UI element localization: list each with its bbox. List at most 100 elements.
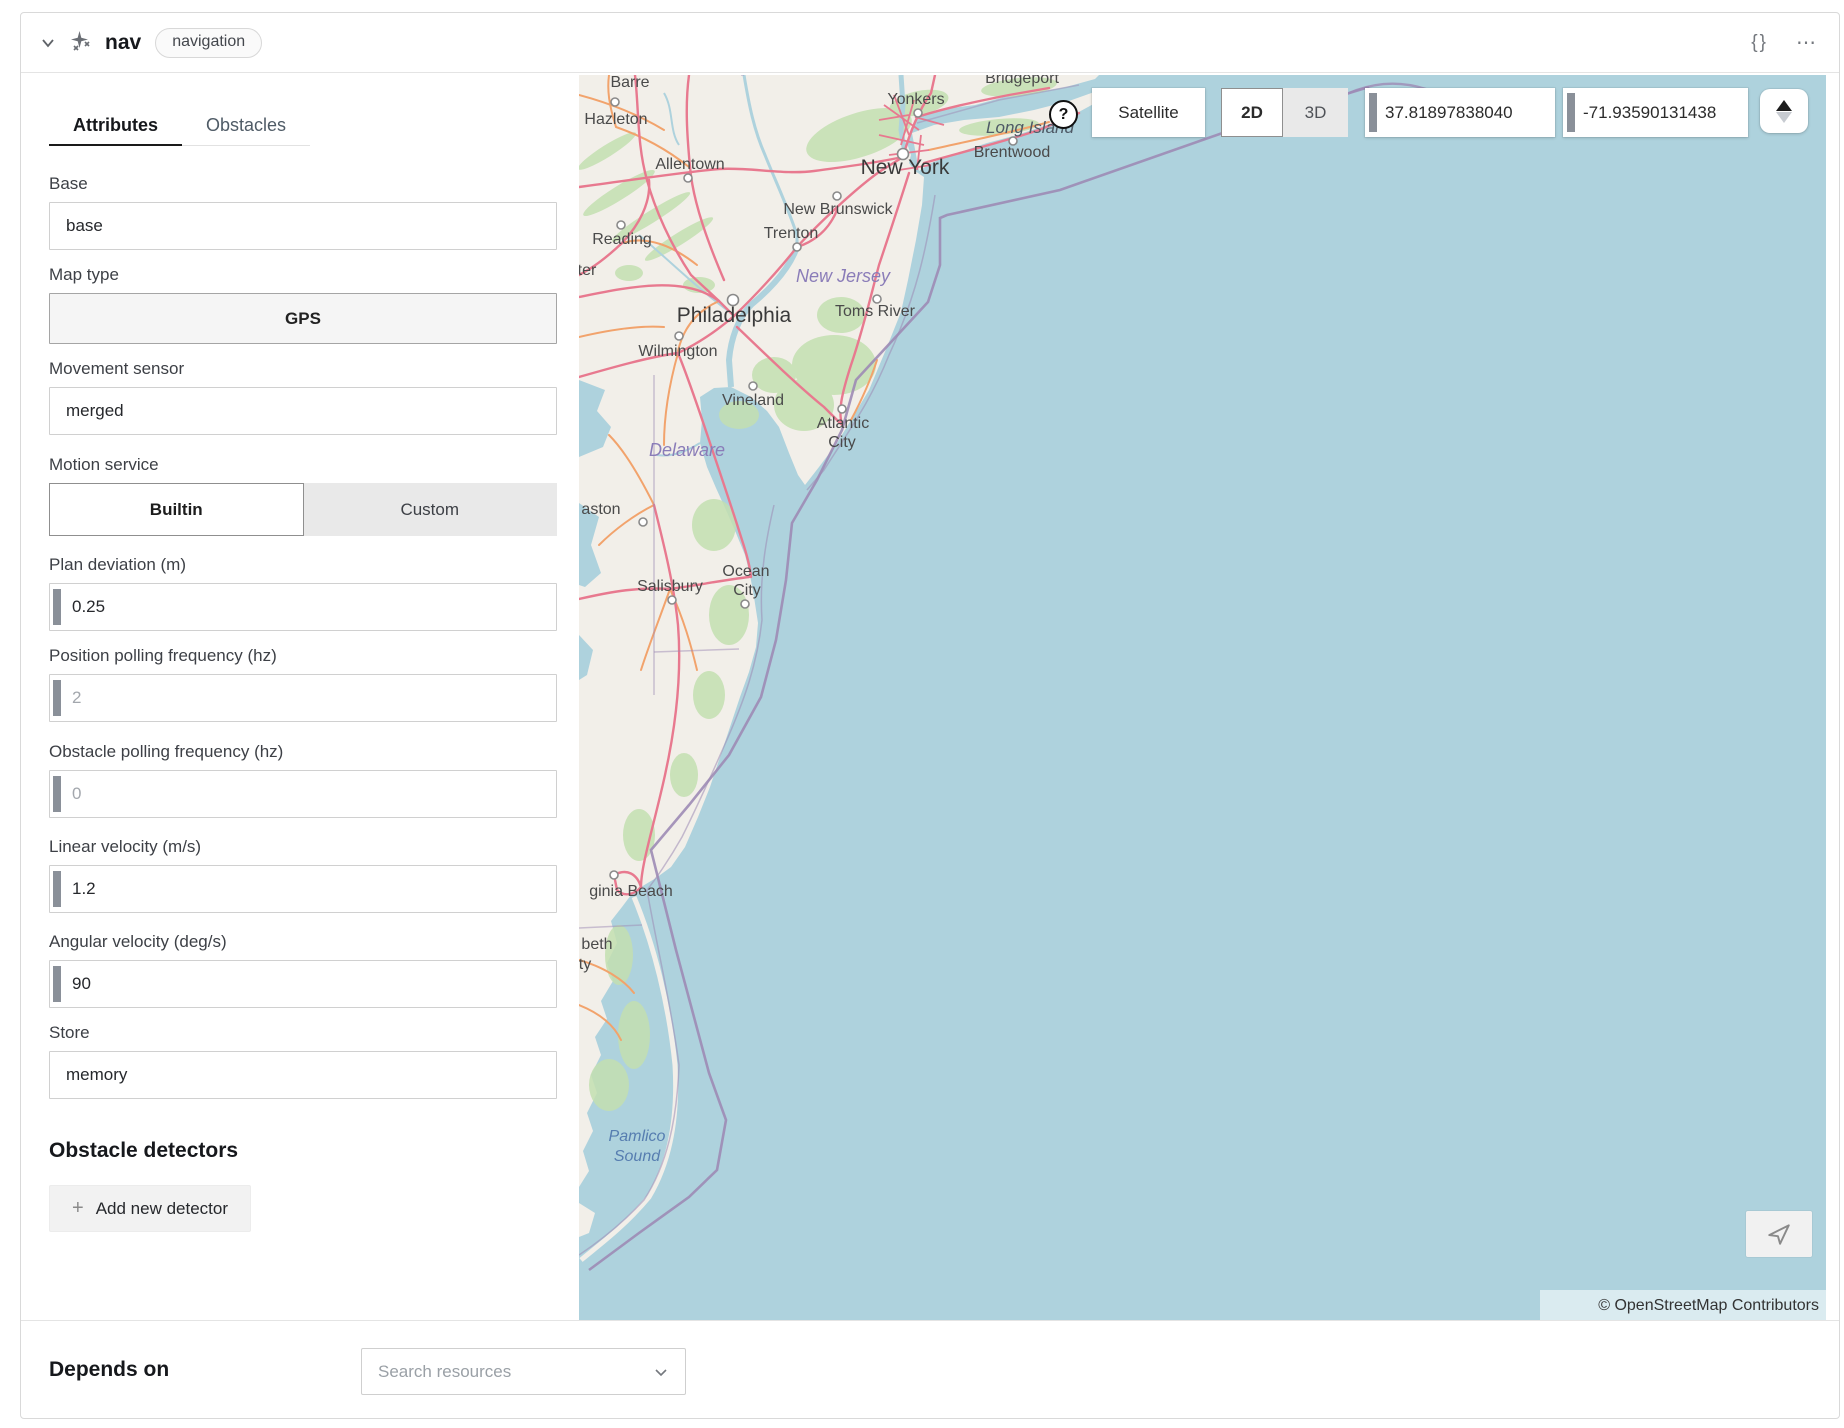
tab-obstacles[interactable]: Obstacles — [182, 106, 310, 146]
map-city-label: Ocean — [722, 563, 769, 580]
linear-velocity-input[interactable]: 1.2 — [49, 865, 557, 913]
select-placeholder: Search resources — [378, 1362, 511, 1382]
position-polling-label: Position polling frequency (hz) — [49, 646, 557, 666]
map-area-label: New Jersey — [796, 266, 891, 286]
map-mode-toggle: 2D 3D — [1221, 88, 1348, 137]
recenter-button[interactable] — [1746, 1211, 1812, 1257]
map-city-label: ty — [579, 956, 591, 973]
map-city-label: Trenton — [764, 225, 819, 242]
city-dot — [610, 871, 618, 879]
navigate-arrow-icon — [1766, 1221, 1792, 1247]
map-city-label: Salisbury — [637, 578, 703, 595]
depends-on-heading: Depends on — [49, 1358, 169, 1382]
map-city-label: City — [828, 434, 856, 451]
city-dot — [838, 405, 846, 413]
number-input-bar — [53, 776, 61, 812]
store-label: Store — [49, 1023, 557, 1043]
map-city-label: Hazleton — [584, 111, 647, 128]
resource-card: nav navigation {} ⋯ Attributes Obstacles… — [20, 12, 1840, 1419]
collapse-chevron-icon[interactable] — [39, 34, 57, 52]
chevron-down-icon — [653, 1364, 669, 1380]
plan-deviation-input[interactable]: 0.25 — [49, 583, 557, 631]
map-canvas: BarreHazletonYonkersBridgeportNew YorkBr… — [579, 75, 1826, 1321]
attributes-panel: Attributes Obstacles Base base Map type … — [21, 74, 579, 1320]
mode-2d-button[interactable]: 2D — [1221, 88, 1283, 137]
city-dot — [873, 295, 881, 303]
question-icon: ? — [1059, 106, 1069, 124]
city-dot — [684, 174, 692, 182]
map-help-button[interactable]: ? — [1049, 100, 1078, 129]
map-type-gps-button[interactable]: GPS — [49, 293, 557, 344]
obstacle-polling-input[interactable]: 0 — [49, 770, 557, 818]
map-city-label: Allentown — [655, 156, 724, 173]
depends-on-section: Depends on Search resources — [21, 1320, 1839, 1418]
add-detector-button[interactable]: + Add new detector — [49, 1185, 251, 1232]
map-city-label: Wilmington — [638, 343, 717, 360]
map-area-label: Delaware — [649, 440, 725, 460]
satellite-toggle-button[interactable]: Satellite — [1092, 88, 1205, 137]
base-input[interactable]: base — [49, 202, 557, 250]
longitude-input[interactable]: -71.93590131438 — [1563, 88, 1748, 137]
step-down-icon[interactable] — [1776, 112, 1792, 123]
map-city-label: ginia Beach — [589, 883, 673, 900]
coordinate-stepper[interactable] — [1760, 89, 1808, 133]
number-input-bar — [53, 966, 61, 1002]
store-input[interactable]: memory — [49, 1051, 557, 1099]
card-header: nav navigation {} ⋯ — [21, 13, 1839, 73]
map-city-label: Philadelphia — [677, 304, 792, 327]
position-polling-input[interactable]: 2 — [49, 674, 557, 722]
json-mode-icon[interactable]: {} — [1751, 32, 1768, 54]
city-dot — [741, 600, 749, 608]
city-dot — [833, 192, 841, 200]
city-dot — [793, 243, 801, 251]
resource-type-badge: navigation — [155, 28, 262, 58]
map-type-label: Map type — [49, 265, 557, 285]
motion-service-toggle: Builtin Custom — [49, 483, 557, 536]
depends-on-select[interactable]: Search resources — [361, 1348, 686, 1395]
map-city-label: Barre — [610, 75, 649, 91]
city-dot — [617, 221, 625, 229]
movement-sensor-input[interactable]: merged — [49, 387, 557, 435]
map-area-label: Pamlico — [609, 1128, 666, 1145]
step-up-icon[interactable] — [1776, 100, 1792, 111]
map-city-label: beth — [581, 936, 612, 953]
overflow-menu-icon[interactable]: ⋯ — [1796, 38, 1817, 48]
motion-service-builtin[interactable]: Builtin — [49, 483, 304, 536]
city-dot — [611, 98, 619, 106]
latitude-input[interactable]: 37.81897838040 — [1365, 88, 1555, 137]
motion-service-label: Motion service — [49, 455, 557, 475]
city-dot — [675, 332, 683, 340]
angular-velocity-input[interactable]: 90 — [49, 960, 557, 1008]
map-city-label: Yonkers — [887, 91, 944, 108]
map-city-label: Atlantic — [817, 415, 869, 432]
map-city-label: Toms River — [835, 303, 916, 320]
map-view[interactable]: BarreHazletonYonkersBridgeportNew YorkBr… — [579, 75, 1826, 1321]
map-city-label: New York — [861, 156, 950, 179]
angular-velocity-label: Angular velocity (deg/s) — [49, 932, 557, 952]
map-attribution: © OpenStreetMap Contributors — [1540, 1290, 1826, 1321]
number-input-bar — [53, 871, 61, 907]
map-city-label: ter — [579, 262, 597, 279]
linear-velocity-label: Linear velocity (m/s) — [49, 837, 557, 857]
tab-attributes[interactable]: Attributes — [49, 106, 182, 146]
obstacle-detectors-heading: Obstacle detectors — [49, 1139, 557, 1163]
base-label: Base — [49, 174, 557, 194]
map-city-label: Reading — [592, 231, 652, 248]
motion-service-custom[interactable]: Custom — [304, 483, 558, 536]
obstacle-polling-label: Obstacle polling frequency (hz) — [49, 742, 557, 762]
panel-tabs: Attributes Obstacles — [49, 106, 557, 146]
map-city-label: City — [733, 582, 761, 599]
number-input-bar — [53, 680, 61, 716]
number-input-bar — [1567, 93, 1575, 132]
city-dot — [749, 382, 757, 390]
city-dot — [914, 109, 922, 117]
mode-3d-button[interactable]: 3D — [1283, 88, 1348, 137]
city-dot — [639, 518, 647, 526]
number-input-bar — [53, 589, 61, 625]
number-input-bar — [1369, 93, 1377, 132]
navigation-service-icon — [67, 28, 97, 58]
map-city-label: New Brunswick — [783, 201, 893, 218]
resource-name: nav — [105, 31, 141, 55]
plus-icon: + — [72, 1197, 84, 1220]
movement-sensor-label: Movement sensor — [49, 359, 557, 379]
